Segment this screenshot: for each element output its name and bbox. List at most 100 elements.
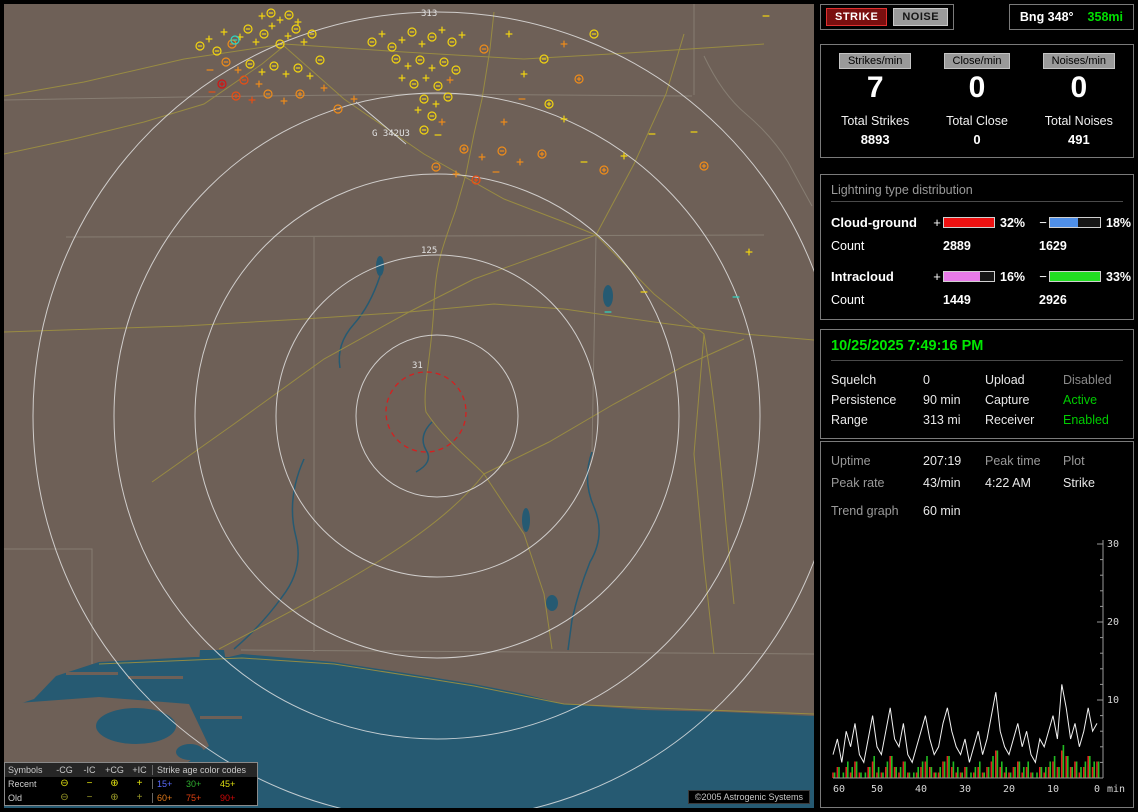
cg-positive-pct: 32% bbox=[995, 216, 1037, 230]
plot-label: Plot bbox=[1063, 454, 1123, 468]
noises-per-min-button[interactable]: Noises/min bbox=[1043, 53, 1115, 69]
uptime-value: 207:19 bbox=[923, 454, 985, 468]
perf-row: Peak rate 43/min 4:22 AM Strike bbox=[831, 472, 1123, 494]
trend-graph-label: Trend graph bbox=[831, 504, 923, 518]
svg-text:30: 30 bbox=[1107, 539, 1119, 550]
indicator-row: STRIKE NOISE Bng 348° 358mi bbox=[820, 4, 1134, 30]
distribution-panel: Lightning type distribution Cloud-ground… bbox=[820, 174, 1134, 320]
close-per-min-button[interactable]: Close/min bbox=[944, 53, 1011, 69]
cloud-ground-counts: Count 2889 1629 bbox=[831, 235, 1123, 257]
minus-icon: − bbox=[77, 793, 102, 803]
ic-negative-count: 2926 bbox=[1039, 293, 1123, 307]
plot-value: Strike bbox=[1063, 476, 1123, 490]
age-75: 75+ bbox=[186, 793, 220, 803]
peak-rate-label: Peak rate bbox=[831, 476, 923, 490]
minus-icon: − bbox=[77, 779, 102, 789]
noise-indicator[interactable]: NOISE bbox=[893, 8, 948, 26]
symbol-legend: Symbols -CG -IC +CG +IC Strike age color… bbox=[4, 762, 258, 806]
strike-map[interactable]: 125 313 31 G 342U3 bbox=[4, 4, 814, 808]
lightning-monitor-app: 125 313 31 G 342U3 Symbols -CG -IC +CG +IC … bbox=[0, 0, 1138, 812]
total-strikes-label: Total Strikes bbox=[841, 114, 909, 128]
cloud-ground-label: Cloud-ground bbox=[831, 215, 931, 230]
stat-col-close: Close/min 0 Total Close 0 bbox=[927, 53, 1027, 147]
plus-sign: + bbox=[931, 215, 943, 230]
persistence-label: Persistence bbox=[831, 393, 923, 407]
total-close-label: Total Close bbox=[946, 114, 1008, 128]
strike-indicator[interactable]: STRIKE bbox=[826, 8, 887, 26]
receiver-label: Receiver bbox=[985, 413, 1063, 427]
legend-old-label: Old bbox=[8, 793, 52, 803]
squelch-value: 0 bbox=[923, 373, 985, 387]
distribution-title: Lightning type distribution bbox=[831, 183, 1123, 202]
svg-text:10: 10 bbox=[1107, 695, 1119, 706]
peak-time-value: 4:22 AM bbox=[985, 476, 1063, 490]
svg-text:20: 20 bbox=[1107, 617, 1119, 628]
map-area[interactable]: 125 313 31 G 342U3 Symbols -CG -IC +CG +IC … bbox=[4, 4, 814, 808]
svg-text:50: 50 bbox=[871, 784, 883, 794]
age-45: 45+ bbox=[220, 779, 252, 789]
persistence-value: 90 min bbox=[923, 393, 985, 407]
intracloud-row: Intracloud + 16% − 33% bbox=[831, 265, 1123, 289]
age-60: 60+ bbox=[152, 793, 186, 803]
upload-status: Disabled bbox=[1063, 373, 1123, 387]
legend-col-pos-ic: +IC bbox=[127, 765, 152, 775]
uptime-label: Uptime bbox=[831, 454, 923, 468]
cg-negative-pct: 18% bbox=[1101, 216, 1137, 230]
plus-sign: + bbox=[931, 269, 943, 284]
capture-status: Active bbox=[1063, 393, 1123, 407]
total-close-value: 0 bbox=[973, 132, 980, 147]
stats-panel: Strikes/min 7 Total Strikes 8893 Close/m… bbox=[820, 44, 1134, 158]
bearing-box: Bng 348° 358mi bbox=[1009, 4, 1134, 30]
noises-per-min-value: 0 bbox=[1071, 71, 1088, 106]
peak-time-label: Peak time bbox=[985, 454, 1063, 468]
strikes-per-min-value: 7 bbox=[867, 71, 884, 106]
age-15: 15+ bbox=[152, 779, 186, 789]
range-label: Range bbox=[831, 413, 923, 427]
trend-row: Trend graph 60 min bbox=[831, 500, 1123, 522]
ic-negative-pct: 33% bbox=[1101, 270, 1137, 284]
svg-text:60: 60 bbox=[833, 784, 845, 794]
svg-text:20: 20 bbox=[1003, 784, 1015, 794]
stat-col-noises: Noises/min 0 Total Noises 491 bbox=[1029, 53, 1129, 147]
svg-text:125: 125 bbox=[421, 246, 437, 256]
svg-text:313: 313 bbox=[421, 9, 437, 19]
trend-graph: 1020306050403020100min bbox=[831, 534, 1127, 794]
legend-symbols-header: Symbols bbox=[8, 765, 52, 775]
legend-col-neg-ic: -IC bbox=[77, 765, 102, 775]
svg-text:min: min bbox=[1107, 784, 1125, 794]
total-strikes-value: 8893 bbox=[861, 132, 890, 147]
count-label: Count bbox=[831, 239, 943, 253]
count-label: Count bbox=[831, 293, 943, 307]
legend-header-row: Symbols -CG -IC +CG +IC Strike age color… bbox=[5, 763, 257, 777]
legend-old-row: Old ⊖ − ⊕ + 60+ 75+ 90+ bbox=[5, 791, 257, 805]
stat-col-strikes: Strikes/min 7 Total Strikes 8893 bbox=[825, 53, 925, 147]
copyright-text: ©2005 Astrogenic Systems bbox=[688, 790, 810, 804]
age-30: 30+ bbox=[186, 779, 220, 789]
perf-row: Uptime 207:19 Peak time Plot bbox=[831, 450, 1123, 472]
bearing-value: Bng 348° bbox=[1020, 10, 1074, 24]
svg-text:31: 31 bbox=[412, 361, 423, 371]
ic-positive-pct: 16% bbox=[995, 270, 1037, 284]
legend-col-pos-cg: +CG bbox=[102, 765, 127, 775]
squelch-label: Squelch bbox=[831, 373, 923, 387]
cloud-ground-row: Cloud-ground + 32% − 18% bbox=[831, 211, 1123, 235]
plus-icon: + bbox=[127, 779, 152, 789]
minus-sign: − bbox=[1037, 215, 1049, 230]
ic-positive-bar bbox=[943, 271, 995, 282]
svg-text:G 342U3: G 342U3 bbox=[372, 129, 410, 139]
svg-text:10: 10 bbox=[1047, 784, 1059, 794]
plus-icon: + bbox=[127, 793, 152, 803]
svg-text:40: 40 bbox=[915, 784, 927, 794]
peak-rate-value: 43/min bbox=[923, 476, 985, 490]
legend-col-neg-cg: -CG bbox=[52, 765, 77, 775]
minus-sign: − bbox=[1037, 269, 1049, 284]
total-noises-label: Total Noises bbox=[1045, 114, 1113, 128]
status-row: Range 313 mi Receiver Enabled bbox=[831, 410, 1123, 430]
svg-text:0: 0 bbox=[1094, 784, 1100, 794]
status-row: Persistence 90 min Capture Active bbox=[831, 390, 1123, 410]
bearing-distance: 358mi bbox=[1088, 10, 1123, 24]
intracloud-label: Intracloud bbox=[831, 269, 931, 284]
strikes-per-min-button[interactable]: Strikes/min bbox=[839, 53, 911, 69]
datetime-display: 10/25/2025 7:49:16 PM bbox=[831, 338, 1123, 361]
indicator-lamps: STRIKE NOISE bbox=[820, 4, 954, 30]
